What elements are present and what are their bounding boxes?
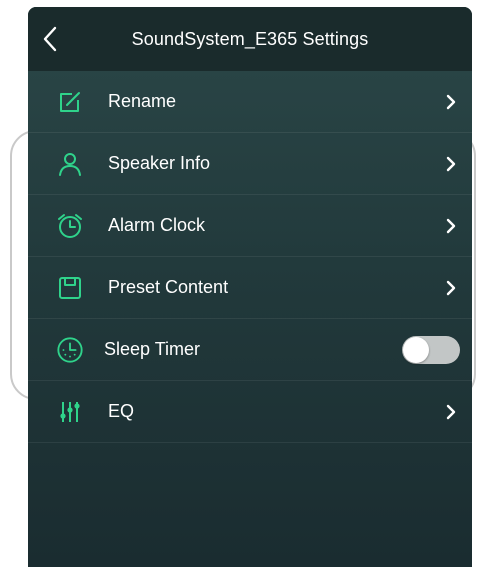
chevron-left-icon <box>43 26 57 52</box>
person-icon <box>56 150 84 178</box>
toggle-knob <box>403 336 429 363</box>
menu-item-label: Sleep Timer <box>104 339 201 359</box>
sleep-timer-toggle[interactable] <box>402 335 460 364</box>
chevron-right-icon <box>444 155 458 173</box>
back-button[interactable] <box>36 23 64 55</box>
chevron-right-icon <box>444 93 458 111</box>
header-bar: SoundSystem_E365 Settings <box>28 7 472 71</box>
chevron-right-icon <box>444 217 458 235</box>
edit-icon <box>56 88 84 116</box>
save-icon <box>56 274 84 302</box>
menu-item-label: Rename <box>108 91 177 111</box>
settings-list: Rename Speaker Info Alarm Clock Preset C… <box>28 71 472 443</box>
menu-item-eq[interactable]: EQ <box>28 381 472 443</box>
page-title: SoundSystem_E365 Settings <box>131 28 369 49</box>
timer-icon <box>56 336 84 364</box>
menu-item-label: Speaker Info <box>108 153 211 173</box>
chevron-right-icon <box>444 403 458 421</box>
menu-item-preset-content[interactable]: Preset Content <box>28 257 472 319</box>
menu-item-alarm-clock[interactable]: Alarm Clock <box>28 195 472 257</box>
menu-item-label: Preset Content <box>108 277 229 297</box>
menu-item-speaker-info[interactable]: Speaker Info <box>28 133 472 195</box>
alarm-clock-icon <box>56 212 84 240</box>
menu-item-label: EQ <box>108 401 135 421</box>
menu-item-label: Alarm Clock <box>108 215 206 235</box>
menu-item-sleep-timer: Sleep Timer <box>28 319 472 381</box>
menu-item-rename[interactable]: Rename <box>28 71 472 133</box>
settings-screen: SoundSystem_E365 Settings Rename Speaker… <box>28 7 472 567</box>
chevron-right-icon <box>444 279 458 297</box>
equalizer-icon <box>56 398 84 426</box>
